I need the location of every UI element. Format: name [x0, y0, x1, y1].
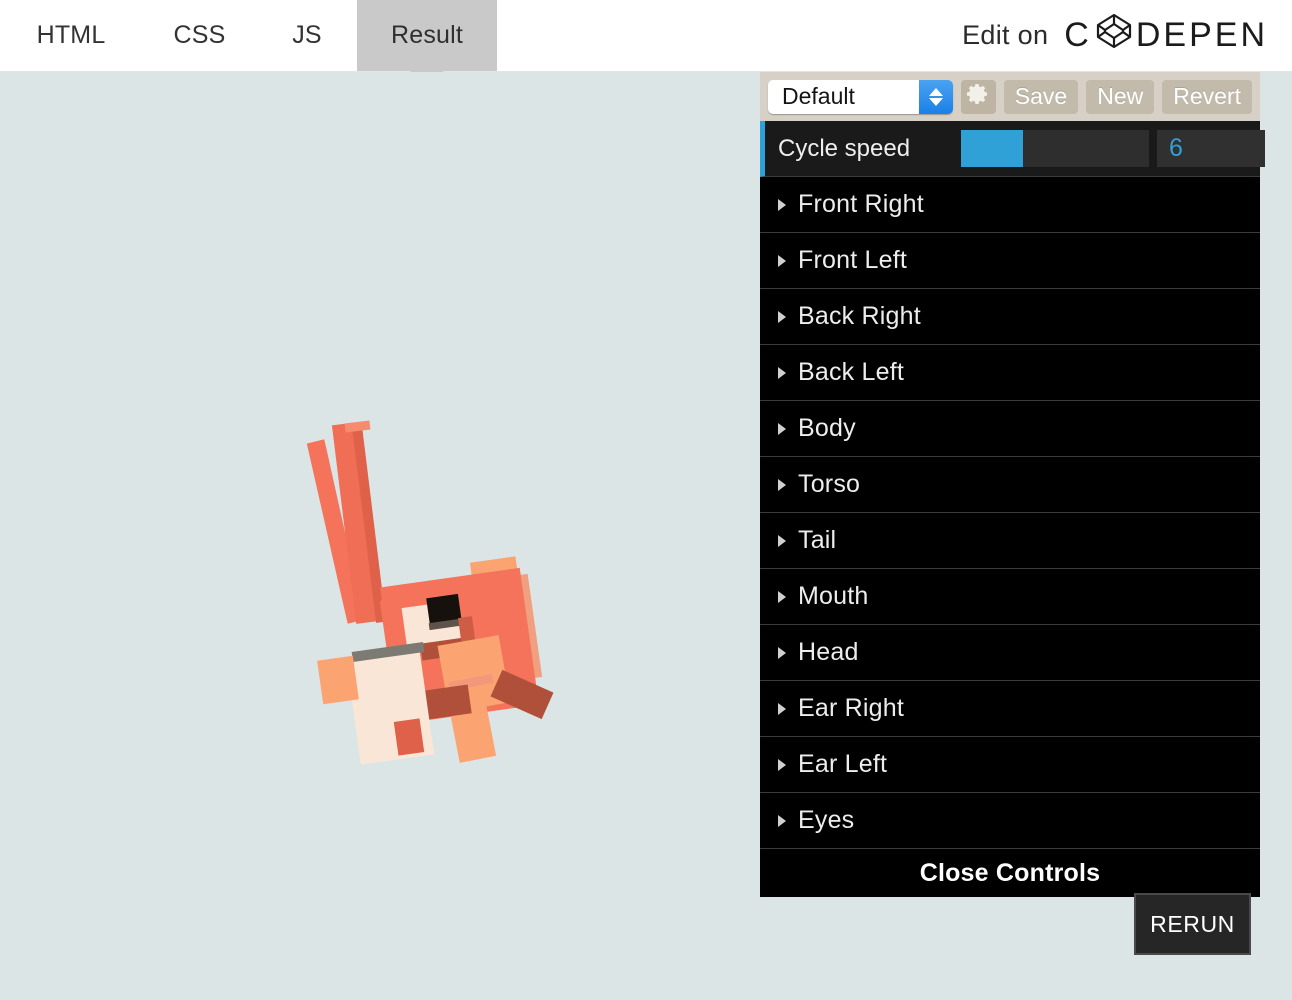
codepen-letter-c: C — [1064, 16, 1092, 54]
chevron-right-icon — [778, 702, 786, 715]
gui-folder-label: Back Right — [798, 302, 921, 330]
gui-folder-row[interactable]: Back Left — [760, 345, 1260, 401]
tab-result-label: Result — [390, 21, 464, 49]
chevron-right-icon — [778, 646, 786, 659]
chevron-down-icon — [929, 97, 944, 106]
edit-on-label: Edit on — [962, 20, 1049, 50]
chevron-updown-icon[interactable] — [919, 79, 954, 114]
cycle-speed-value-input[interactable]: 6 — [1157, 130, 1265, 167]
tab-html[interactable]: HTML — [0, 0, 142, 71]
gui-folder-label: Tail — [798, 526, 837, 554]
gui-folder-row[interactable]: Head — [760, 625, 1260, 681]
voxel-fox-character — [0, 72, 760, 1000]
gui-folder-label: Head — [798, 638, 859, 666]
cycle-speed-slider[interactable] — [961, 130, 1149, 167]
gui-folder-list: Front Right Front Left Back Right Back Left… — [760, 177, 1260, 849]
chevron-right-icon — [778, 310, 786, 323]
gear-icon — [966, 82, 990, 112]
gui-folder-row[interactable]: Torso — [760, 457, 1260, 513]
tab-result[interactable]: Result — [357, 0, 497, 88]
preset-select-value: Default — [782, 83, 855, 109]
cycle-speed-slider-fill — [961, 130, 1024, 167]
gui-folder-label: Ear Left — [798, 750, 888, 778]
gui-folder-row[interactable]: Body — [760, 401, 1260, 457]
gui-folder-label: Front Right — [798, 190, 924, 218]
cycle-speed-control-row: Cycle speed 6 — [760, 121, 1265, 177]
codepen-letters-depen: DEPEN — [1135, 16, 1268, 54]
dat-gui-panel: Default Save New Revert Cycle speed 6 Fr… — [760, 72, 1265, 897]
gui-folder-row[interactable]: Mouth — [760, 569, 1260, 625]
chevron-right-icon — [778, 814, 786, 827]
new-preset-button[interactable]: New — [1086, 79, 1155, 114]
gui-folder-label: Body — [798, 414, 856, 442]
tab-css-label: CSS — [173, 21, 226, 49]
chevron-right-icon — [778, 254, 786, 267]
gui-preset-bar: Default Save New Revert — [760, 72, 1260, 121]
gui-folder-row[interactable]: Eyes — [760, 793, 1260, 849]
revert-preset-button[interactable]: Revert — [1162, 79, 1252, 114]
chevron-right-icon — [778, 590, 786, 603]
gui-folder-label: Front Left — [798, 246, 907, 274]
gui-folder-label: Back Left — [798, 358, 905, 386]
gui-settings-button[interactable] — [961, 79, 996, 114]
gui-folder-row[interactable]: Front Left — [760, 233, 1260, 289]
tab-js-label: JS — [292, 21, 322, 49]
gui-folder-label: Torso — [798, 470, 861, 498]
chevron-right-icon — [778, 366, 786, 379]
gui-folder-label: Mouth — [798, 582, 869, 610]
close-controls-button[interactable]: Close Controls — [760, 849, 1260, 897]
edit-on-codepen-link[interactable]: Edit on C DEPEN — [962, 0, 1268, 71]
gui-folder-row[interactable]: Ear Right — [760, 681, 1260, 737]
tab-css[interactable]: CSS — [142, 0, 257, 71]
codepen-logo-icon — [1094, 11, 1134, 60]
chevron-right-icon — [778, 534, 786, 547]
save-preset-button[interactable]: Save — [1003, 79, 1079, 114]
result-preview-pane: Default Save New Revert Cycle speed 6 Fr… — [0, 72, 1292, 1000]
chevron-right-icon — [778, 198, 786, 211]
tab-js[interactable]: JS — [257, 0, 357, 71]
gui-folder-row[interactable]: Ear Left — [760, 737, 1260, 793]
chevron-right-icon — [778, 478, 786, 491]
rerun-button[interactable]: RERUN — [1134, 893, 1251, 955]
chevron-right-icon — [778, 758, 786, 771]
voxel-leg-back-left — [393, 718, 425, 756]
gui-folder-row[interactable]: Tail — [760, 513, 1260, 569]
tab-html-label: HTML — [36, 21, 106, 49]
gui-folder-label: Ear Right — [798, 694, 905, 722]
gui-folder-label: Eyes — [798, 806, 855, 834]
codepen-wordmark: C DEPEN — [1064, 11, 1268, 60]
editor-top-bar: HTML CSS JS Result Edit on C DEPEN — [0, 0, 1292, 88]
editor-tabs: HTML CSS JS Result — [0, 0, 497, 88]
gui-folder-row[interactable]: Front Right — [760, 177, 1260, 233]
chevron-up-icon — [929, 87, 944, 96]
voxel-ear-right-top — [344, 420, 371, 433]
preset-select[interactable]: Default — [768, 79, 954, 114]
gui-folder-row[interactable]: Back Right — [760, 289, 1260, 345]
chevron-right-icon — [778, 422, 786, 435]
cycle-speed-label: Cycle speed — [778, 134, 911, 162]
voxel-tail-base — [317, 655, 359, 705]
